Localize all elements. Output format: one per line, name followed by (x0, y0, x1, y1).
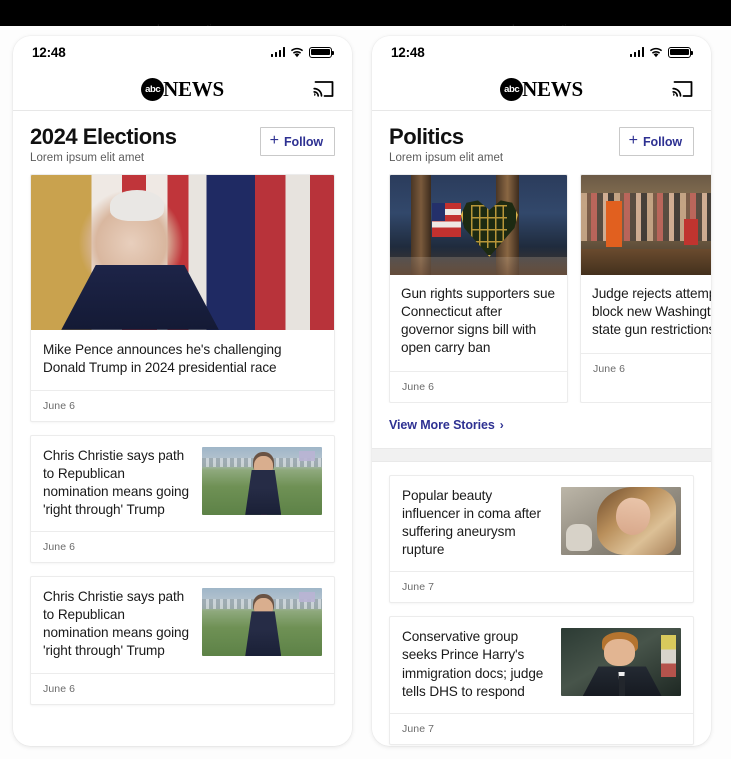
app-screen-left: 2024 Elections Lorem ipsum elit amet + F… (13, 111, 352, 746)
status-time: 12:48 (391, 44, 425, 60)
app-header: abc NEWS (372, 68, 711, 111)
abc-logo-mark: abc (500, 77, 524, 101)
carousel-card-image (390, 174, 567, 275)
page-subtitle: Lorem ipsum elit amet (30, 151, 145, 164)
follow-button[interactable]: + Follow (259, 127, 335, 156)
page-subtitle: Lorem ipsum elit amet (389, 151, 504, 164)
abc-news-logo: abc NEWS (141, 76, 224, 101)
list-item[interactable]: Chris Christie says path to Republican n… (30, 434, 335, 564)
carousel-card-headline-wrap: Judge rejects attempt to block new Washi… (581, 275, 711, 353)
story-carousel[interactable]: Gun rights supporters sue Connecticut af… (372, 173, 711, 404)
phone-mockups: 12:48 abc NEWS 2024 Elections Lorem ipsu… (0, 36, 731, 759)
status-icons (629, 46, 694, 58)
carousel-card-headline: Gun rights supporters sue Connecticut af… (401, 285, 555, 355)
top-black-bar: abcnews-section abcnews-section (0, 0, 731, 26)
follow-button-label: Follow (643, 134, 682, 149)
section-divider (372, 448, 711, 463)
carousel-card[interactable]: Gun rights supporters sue Connecticut af… (389, 173, 568, 404)
abc-news-logo: abc NEWS (500, 76, 583, 101)
hero-story-image (31, 174, 334, 330)
list-item[interactable]: Chris Christie says path to Republican n… (30, 576, 335, 705)
list-item[interactable]: Conservative group seeks Prince Harry's … (389, 616, 694, 745)
hero-story-headline: Mike Pence announces he's challenging Do… (43, 341, 282, 375)
plus-icon: + (269, 132, 280, 149)
status-icons (270, 46, 335, 58)
list-item-headline: Conservative group seeks Prince Harry's … (402, 629, 544, 699)
wifi-icon (649, 47, 663, 58)
section-header-text: Politics Lorem ipsum elit amet (389, 125, 503, 164)
view-more-stories-link[interactable]: View More Stories › (372, 403, 711, 448)
news-wordmark: NEWS (522, 76, 583, 101)
plus-icon: + (628, 132, 639, 149)
status-bar: 12:48 (372, 36, 711, 68)
phone-mockup-right: 12:48 abc NEWS Politics Lorem ipsum elit… (372, 36, 711, 746)
list-item-headline: Popular beauty influencer in coma after … (402, 488, 541, 558)
carousel-card-image (581, 174, 711, 275)
carousel-card-date: June 6 (581, 352, 711, 384)
app-screen-right: Politics Lorem ipsum elit amet + Follow (372, 111, 711, 746)
carousel-card-headline: Judge rejects attempt to block new Washi… (592, 285, 711, 337)
list-item-date: June 7 (390, 712, 693, 744)
list-item-date: June 6 (31, 672, 334, 704)
cellular-signal-icon (270, 47, 285, 57)
story-list: Popular beauty influencer in coma after … (372, 462, 711, 745)
status-time: 12:48 (32, 44, 66, 60)
section-header: Politics Lorem ipsum elit amet + Follow (372, 111, 711, 174)
top-caption-right: abcnews-section (507, 23, 577, 26)
page-title: Politics (389, 124, 464, 149)
view-more-stories-label: View More Stories (389, 418, 495, 433)
top-caption-left: abcnews-section (152, 23, 222, 26)
list-item-date: June 6 (31, 531, 334, 562)
news-wordmark: NEWS (163, 76, 224, 101)
hero-story-card[interactable]: Mike Pence announces he's challenging Do… (30, 173, 335, 422)
section-header-text: 2024 Elections Lorem ipsum elit amet (30, 125, 177, 164)
page-canvas: abcnews-section abcnews-section 12:48 ab… (0, 0, 731, 759)
battery-full-icon (668, 46, 694, 58)
cast-icon[interactable] (672, 80, 694, 99)
list-item-headline: Chris Christie says path to Republican n… (43, 589, 189, 659)
list-item-row: Chris Christie says path to Republican n… (31, 577, 334, 672)
list-item-thumbnail (561, 628, 681, 697)
hero-story-date: June 6 (31, 389, 334, 421)
status-bar: 12:48 (13, 36, 352, 68)
cellular-signal-icon (629, 47, 644, 57)
list-item-headline: Chris Christie says path to Republican n… (43, 447, 189, 518)
carousel-card[interactable]: Judge rejects attempt to block new Washi… (580, 173, 711, 404)
carousel-card-headline-wrap: Gun rights supporters sue Connecticut af… (390, 275, 567, 371)
follow-button-label: Follow (284, 134, 323, 149)
abc-logo-mark: abc (141, 77, 165, 101)
list-item-row: Popular beauty influencer in coma after … (390, 476, 693, 571)
section-header: 2024 Elections Lorem ipsum elit amet + F… (13, 111, 352, 174)
chevron-right-icon: › (499, 418, 504, 433)
page-title: 2024 Elections (30, 124, 177, 149)
list-item-thumbnail (202, 588, 322, 657)
phone-mockup-left: 12:48 abc NEWS 2024 Elections Lorem ipsu… (13, 36, 352, 746)
follow-button[interactable]: + Follow (618, 127, 694, 156)
list-item-thumbnail (561, 487, 681, 556)
list-item-row: Conservative group seeks Prince Harry's … (390, 617, 693, 712)
wifi-icon (290, 47, 304, 58)
cast-icon[interactable] (313, 80, 335, 99)
list-item[interactable]: Popular beauty influencer in coma after … (389, 475, 694, 604)
list-item-row: Chris Christie says path to Republican n… (31, 436, 334, 531)
list-item-thumbnail (202, 446, 322, 515)
carousel-card-date: June 6 (390, 371, 567, 402)
battery-full-icon (309, 46, 335, 58)
app-header: abc NEWS (13, 68, 352, 111)
list-item-date: June 7 (390, 571, 693, 602)
